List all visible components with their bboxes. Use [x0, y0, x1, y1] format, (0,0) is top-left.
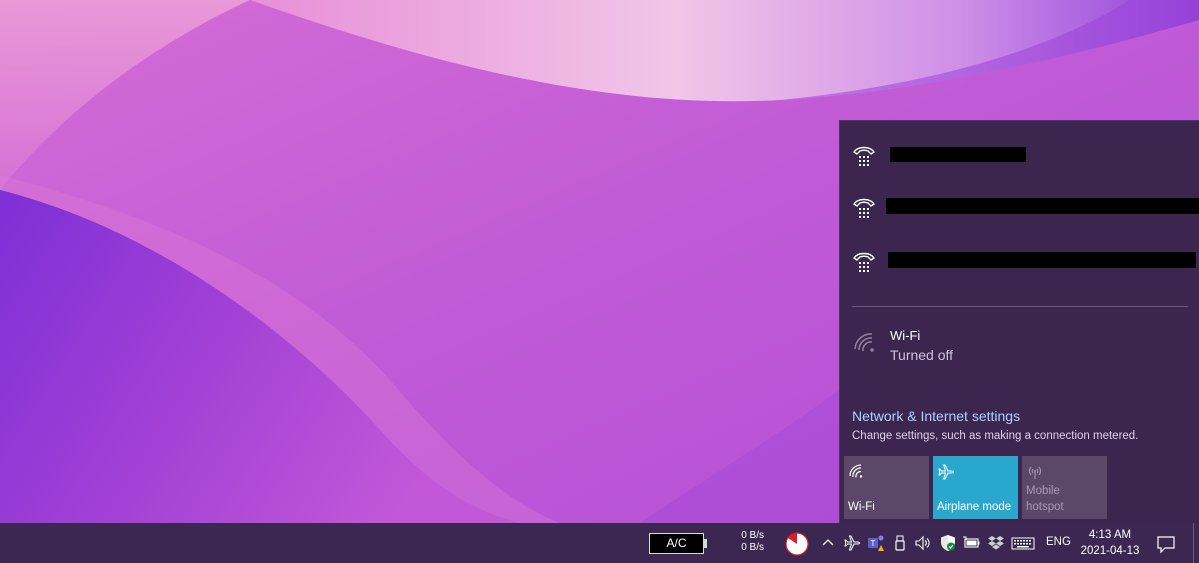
wifi-status-row[interactable]: Wi-Fi Turned off [840, 321, 1199, 371]
upload-speed: 0 B/s [741, 530, 764, 541]
network-settings-link[interactable]: Network & Internet settings [852, 408, 1020, 424]
svg-text:T: T [871, 539, 876, 548]
action-center-icon[interactable] [1155, 533, 1177, 555]
dialup-network-icon [853, 252, 875, 272]
clock-date: 2021-04-13 [1080, 545, 1140, 557]
airplane-tile-label: Airplane mode [937, 501, 1012, 513]
network-settings-description: Change settings, such as making a connec… [852, 430, 1139, 442]
usage-pie-icon[interactable] [785, 532, 809, 556]
hotspot-tile-label: Mobile hotspot [1026, 485, 1064, 513]
usb-icon[interactable] [891, 534, 909, 552]
network-speed-meter[interactable]: 0 B/s 0 B/s [724, 530, 764, 554]
battery-nub [704, 539, 707, 548]
clock-time: 4:13 AM [1088, 529, 1132, 541]
airplane-mode-tile[interactable]: Airplane mode [933, 456, 1018, 519]
dropbox-icon[interactable] [987, 534, 1005, 552]
wifi-icon [849, 464, 863, 478]
network-list-item[interactable] [840, 129, 1199, 179]
volume-icon[interactable] [914, 534, 932, 552]
security-shield-icon[interactable] [939, 534, 957, 552]
airplane-icon[interactable] [843, 534, 861, 552]
input-language-indicator[interactable]: ENG [1046, 536, 1071, 548]
wifi-toggle-tile[interactable]: Wi-Fi [844, 456, 929, 519]
network-list-item[interactable] [840, 181, 1199, 231]
network-list-item[interactable] [840, 235, 1199, 285]
mobile-hotspot-tile[interactable]: Mobile hotspot [1022, 456, 1107, 519]
wifi-off-icon [854, 333, 874, 352]
network-name-redacted [888, 252, 1196, 268]
network-name-redacted [886, 198, 1199, 214]
airplane-icon [938, 464, 955, 480]
wifi-tile-label: Wi-Fi [848, 501, 875, 513]
dialup-network-icon [853, 198, 875, 218]
flyout-divider [852, 306, 1188, 307]
chevron-up-icon[interactable] [819, 534, 837, 552]
wifi-status: Turned off [890, 347, 954, 363]
battery-icon[interactable] [963, 534, 981, 552]
show-desktop-button[interactable] [1193, 523, 1199, 563]
teams-icon[interactable]: T [867, 534, 885, 552]
network-flyout: Wi-Fi Turned off Network & Internet sett… [839, 120, 1199, 523]
hotspot-icon [1028, 466, 1042, 479]
taskbar-clock[interactable]: 4:13 AM 2021-04-13 [1076, 527, 1144, 559]
download-speed: 0 B/s [741, 542, 764, 553]
power-status-indicator[interactable]: A/C [649, 533, 704, 554]
taskbar: A/C 0 B/s 0 B/s T ENG 4:13 AM 2021-04-13 [0, 523, 1199, 563]
wifi-name: Wi-Fi [890, 328, 921, 343]
keyboard-icon[interactable] [1011, 534, 1035, 552]
dialup-network-icon [853, 146, 875, 166]
network-name-redacted [890, 147, 1026, 162]
